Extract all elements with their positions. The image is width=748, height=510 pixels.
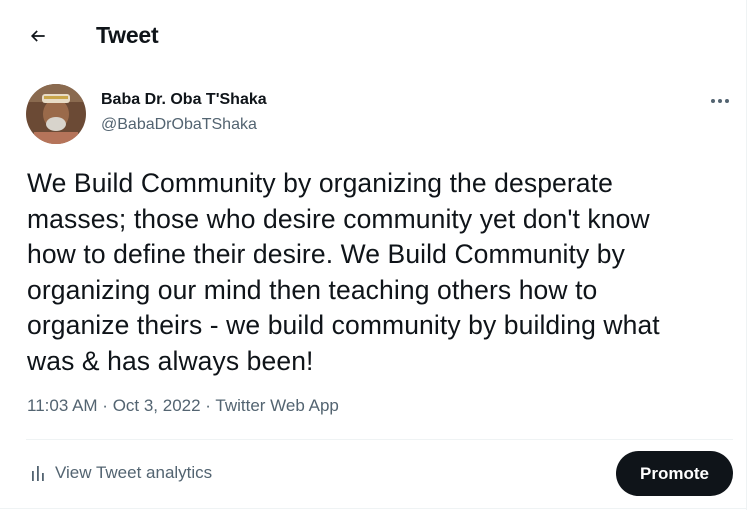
tweet-source: Twitter Web App — [215, 396, 339, 415]
promote-button[interactable]: Promote — [616, 451, 733, 496]
divider — [26, 439, 733, 440]
more-horizontal-icon — [711, 99, 715, 103]
back-button[interactable] — [20, 18, 56, 54]
tweet-metadata: 11:03 AM · Oct 3, 2022 · Twitter Web App — [27, 396, 339, 416]
avatar[interactable] — [26, 84, 86, 144]
divider — [0, 508, 747, 509]
more-horizontal-icon — [725, 99, 729, 103]
avatar-image — [26, 84, 86, 144]
analytics-label: View Tweet analytics — [55, 463, 213, 482]
author-handle[interactable]: @BabaDrObaTShaka — [101, 116, 257, 134]
tweet-time[interactable]: 11:03 AM — [27, 396, 98, 415]
header: Tweet — [0, 0, 747, 74]
meta-separator: · — [200, 396, 216, 415]
tweet-text-line: organize theirs - we build community by … — [27, 310, 660, 340]
page-title: Tweet — [96, 22, 159, 48]
tweet-text: We Build Community by organizing the des… — [27, 166, 727, 379]
bar-chart-icon — [32, 466, 44, 481]
tweet-date[interactable]: Oct 3, 2022 — [113, 396, 201, 415]
view-analytics-link[interactable]: View Tweet analytics — [26, 460, 212, 486]
author-display-name[interactable]: Baba Dr. Oba T'Shaka — [101, 91, 267, 109]
tweet-text-line: masses; those who desire community yet d… — [27, 203, 650, 234]
tweet-page: Tweet Baba Dr. Oba T'Shaka @BabaDrObaTSh… — [0, 0, 747, 510]
tweet-text-line: We Build Community by organizing the des… — [27, 168, 613, 198]
more-options-button[interactable] — [700, 86, 740, 116]
tweet-text-line: was & has always been! — [27, 345, 314, 376]
arrow-left-icon — [30, 30, 45, 42]
meta-separator: · — [97, 396, 113, 415]
more-horizontal-icon — [718, 99, 722, 103]
tweet-text-line: organizing our mind then teaching others… — [27, 274, 598, 305]
tweet-text-line: how to define their desire. We Build Com… — [27, 239, 625, 269]
